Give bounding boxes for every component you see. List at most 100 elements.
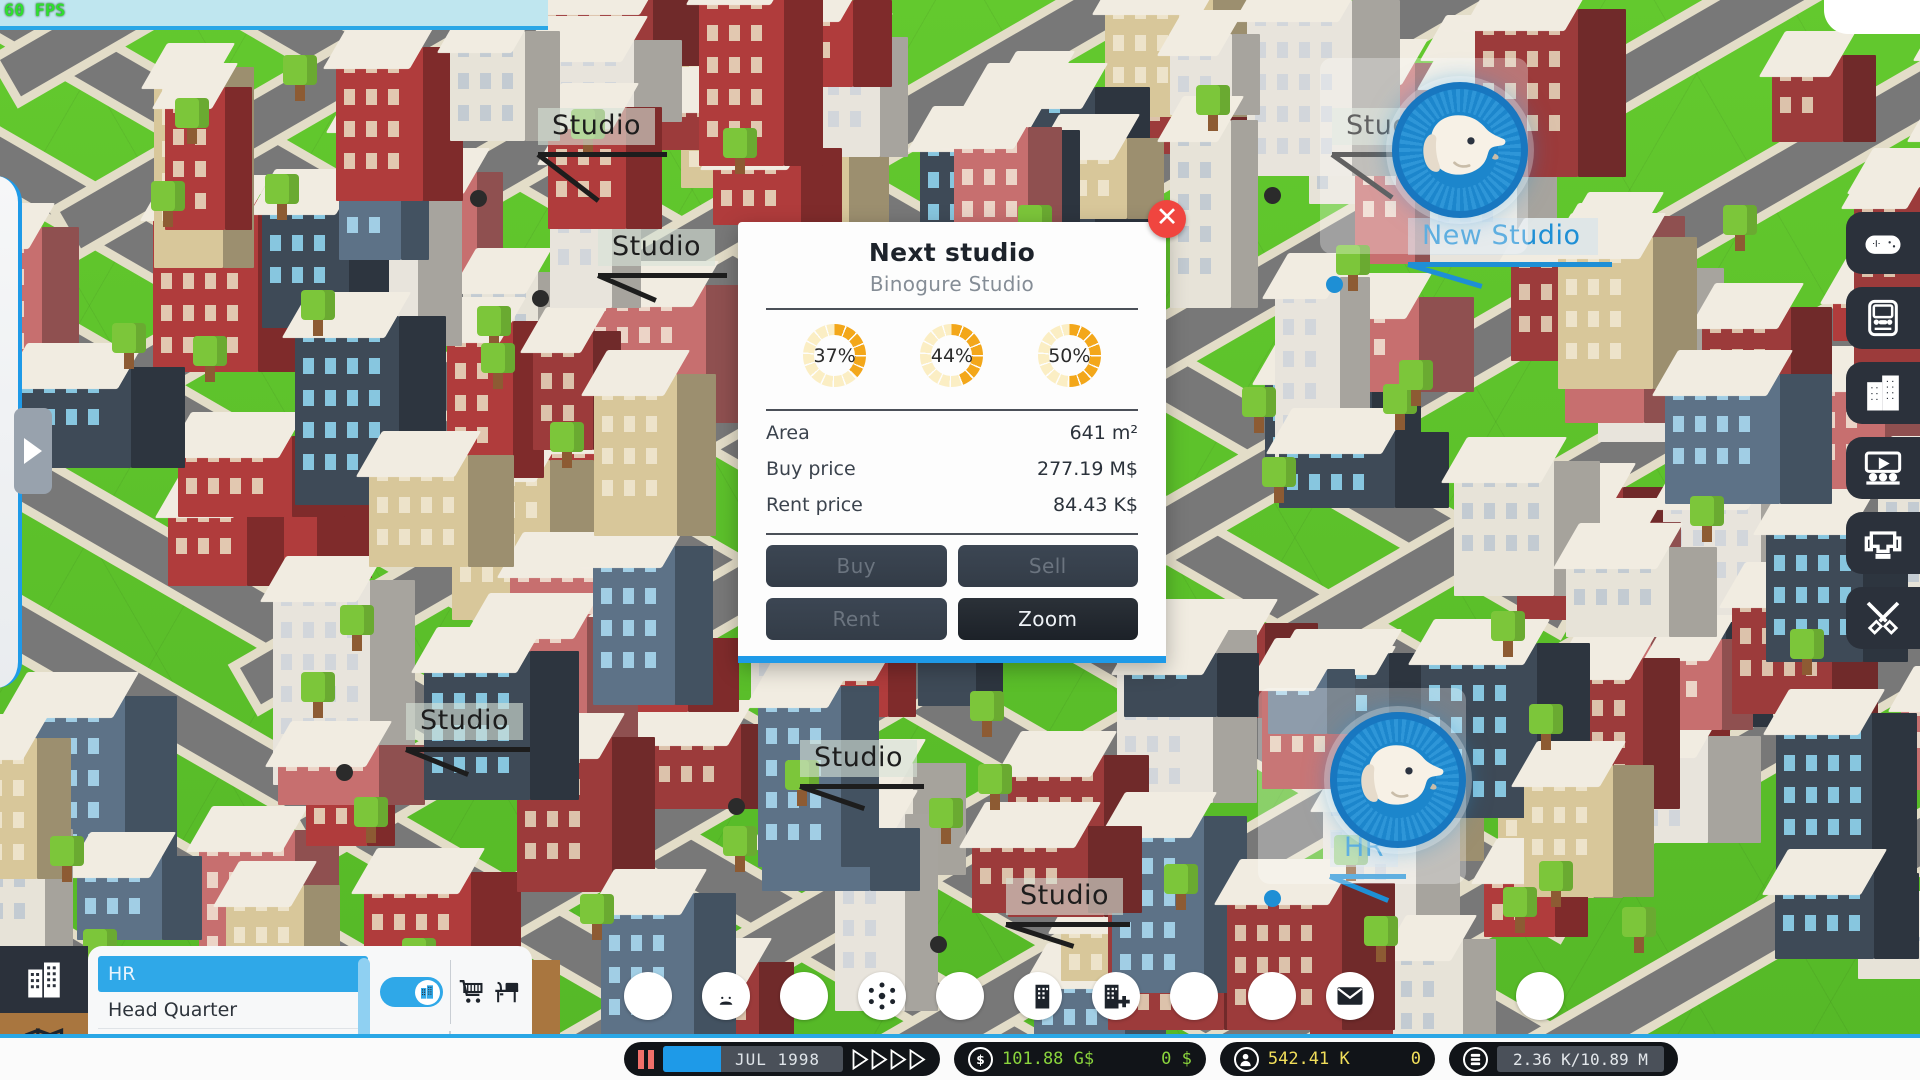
toolbar-employee[interactable]	[936, 972, 984, 1020]
tree	[1722, 204, 1757, 251]
hr-list-item-head-quarter[interactable]: Head Quarter	[98, 992, 368, 1029]
tree	[174, 97, 209, 144]
property-row: Area 641 m²	[766, 415, 1138, 451]
building-window	[766, 823, 778, 840]
tree	[722, 826, 757, 873]
zoom-button[interactable]: Zoom	[957, 598, 1138, 640]
toolbar-battle[interactable]	[1248, 972, 1296, 1020]
tree	[282, 54, 317, 101]
building-window	[176, 538, 188, 555]
building-window	[206, 872, 218, 889]
rail-item-console[interactable]	[1846, 287, 1920, 349]
building-side	[1779, 373, 1833, 505]
map-label-anchor-dot[interactable]	[728, 798, 745, 815]
building-window	[256, 926, 268, 943]
rail-item-marketing[interactable]	[1846, 437, 1920, 499]
map-label-anchor-dot[interactable]	[336, 764, 353, 781]
dialog-subtitle: Binogure Studio	[869, 272, 1035, 296]
tree	[192, 335, 227, 382]
property-value: 277.19 M$	[1036, 458, 1138, 480]
new-studio-badge[interactable]	[1392, 82, 1528, 218]
map-label-anchor-dot[interactable]	[1264, 187, 1281, 204]
desk-computer-icon	[494, 981, 518, 1003]
tree-trunk	[734, 157, 745, 174]
building-window	[303, 453, 315, 470]
hr-list-scrollbar[interactable]	[358, 958, 370, 1044]
building-window	[1473, 716, 1484, 733]
cart-button[interactable]	[458, 975, 485, 1009]
building-window	[1169, 736, 1181, 753]
tree-trunk	[797, 790, 808, 807]
speed-step[interactable]	[852, 1048, 869, 1070]
building-window	[1134, 34, 1146, 51]
map-label-anchor-dot[interactable]	[532, 290, 549, 307]
toolbar-store[interactable]	[702, 972, 750, 1020]
rail-item-games[interactable]	[1846, 212, 1920, 274]
speed-step[interactable]	[909, 1048, 926, 1070]
pause-icon[interactable]	[638, 1049, 654, 1069]
bottom-status-bar: JUL 1998 $ 101.88 G$ 0 $ 542.41 K 0 2.36…	[0, 1034, 1920, 1080]
office-building-icon	[421, 985, 433, 999]
toolbar-mail[interactable]	[1326, 972, 1374, 1020]
building-window	[1199, 193, 1211, 210]
building-window	[377, 497, 389, 514]
toolbar-production[interactable]	[1014, 972, 1062, 1020]
building-window	[1279, 924, 1291, 941]
fast-forward-icon	[871, 1048, 888, 1070]
tree-leaf	[977, 764, 1012, 795]
rail-item-competition[interactable]	[1846, 587, 1920, 649]
building-window	[1301, 924, 1313, 941]
dog-head-logo-icon	[1361, 745, 1444, 805]
building-window	[525, 811, 537, 828]
building-window	[984, 201, 996, 218]
toolbar-health[interactable]	[624, 972, 672, 1020]
building-window	[87, 770, 99, 787]
tree-trunk	[492, 373, 503, 390]
toolbar-network[interactable]	[858, 972, 906, 1020]
building-window	[707, 24, 719, 41]
tree-leaf	[580, 894, 614, 925]
city-building	[355, 431, 514, 568]
toolbar-rnd[interactable]	[1170, 972, 1218, 1020]
rail-item-buildings[interactable]	[1846, 362, 1920, 424]
building-window	[766, 759, 778, 776]
tree-trunk	[1273, 486, 1284, 503]
left-panel-expand-handle[interactable]	[14, 408, 52, 494]
hr-tab-buildings[interactable]	[0, 946, 88, 1013]
building-window	[347, 421, 359, 438]
map-label-anchor-dot[interactable]	[470, 190, 487, 207]
tree-trunk	[1375, 945, 1386, 962]
desk-button[interactable]	[493, 975, 520, 1009]
building-window	[1668, 809, 1680, 826]
tree-leaf	[480, 343, 515, 374]
map-label-anchor-dot[interactable]	[1264, 890, 1281, 907]
building-toggle[interactable]	[380, 977, 443, 1007]
toolbar-stats[interactable]	[780, 972, 828, 1020]
building-window	[1305, 350, 1317, 367]
settings-button[interactable]	[1516, 972, 1564, 1020]
close-icon[interactable]: ✕	[1148, 200, 1186, 238]
speed-step[interactable]	[890, 1048, 907, 1070]
tree	[1195, 84, 1230, 131]
hr-list-item-hr[interactable]: HR	[98, 956, 368, 992]
building-window	[128, 897, 140, 914]
fast-forward-icon[interactable]	[852, 1048, 926, 1070]
rail-item-workstation[interactable]	[1846, 512, 1920, 574]
hr-studio-badge[interactable]	[1330, 712, 1466, 848]
building-side	[677, 374, 716, 536]
tree-leaf	[1363, 915, 1398, 946]
toolbar-new-building[interactable]	[1092, 972, 1140, 1020]
bottom-toolbar	[624, 972, 1374, 1020]
building-window	[688, 151, 700, 168]
building-side	[887, 658, 917, 717]
map-label-anchor-dot[interactable]	[930, 936, 947, 953]
tree-trunk	[1394, 414, 1405, 431]
map-label-anchor-dot[interactable]	[1326, 276, 1343, 293]
building-window	[1672, 415, 1684, 432]
building-window	[1177, 257, 1189, 274]
city-building	[1651, 349, 1833, 505]
building-window	[810, 823, 822, 840]
building-window	[1850, 819, 1862, 836]
building-window	[1774, 555, 1786, 572]
speed-step[interactable]	[871, 1048, 888, 1070]
